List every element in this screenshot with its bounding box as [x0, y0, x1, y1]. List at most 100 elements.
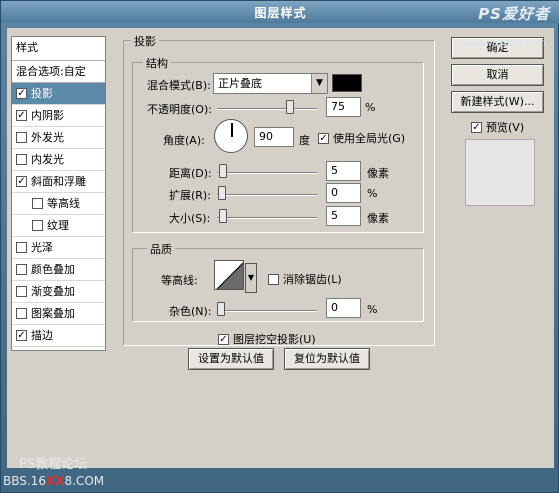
angle-dial[interactable] [214, 119, 248, 153]
quality-title: 品质 [147, 241, 175, 257]
opacity-unit: % [365, 101, 376, 114]
noise-slider[interactable] [217, 301, 317, 316]
spread-unit: % [367, 187, 378, 200]
style-list-item[interactable]: 渐变叠加 [12, 281, 105, 303]
spread-slider-thumb[interactable] [218, 186, 226, 200]
style-item-checkbox[interactable] [16, 242, 27, 253]
watermark-brand: PS爱好者 [478, 5, 550, 23]
style-item-checkbox[interactable] [16, 308, 27, 319]
style-item-label: 外发光 [31, 130, 64, 144]
style-item-label: 投影 [31, 86, 53, 100]
style-item-label: 纹理 [47, 218, 69, 232]
size-input[interactable]: 5 [326, 206, 361, 226]
style-list-item[interactable]: ✓ 描边 [12, 325, 105, 347]
spread-slider-track [217, 194, 317, 196]
style-item-label: 图案叠加 [31, 306, 75, 320]
style-item-checkbox[interactable] [16, 154, 27, 165]
style-list-item[interactable]: 外发光 [12, 127, 105, 149]
style-item-checkbox[interactable] [32, 198, 43, 209]
opacity-slider[interactable] [217, 99, 317, 114]
watermark-url: www.psahz.com [465, 38, 546, 49]
style-list-item[interactable]: 纹理 [12, 215, 105, 237]
style-list-item[interactable]: ✓ 投影 [12, 83, 105, 105]
style-list-item[interactable]: ✓ 内阴影 [12, 105, 105, 127]
global-light-label: 使用全局光(G) [333, 132, 406, 145]
preview-checkbox[interactable]: ✓ [471, 121, 482, 133]
angle-input[interactable]: 90 [254, 127, 294, 147]
size-slider-thumb[interactable] [219, 209, 227, 223]
blend-options-item[interactable]: 混合选项:自定 [12, 61, 105, 83]
style-list-header[interactable]: 样式 [12, 37, 105, 61]
size-slider[interactable] [217, 208, 317, 223]
watermark-forum: PS教程论坛 [19, 457, 88, 472]
style-item-label: 颜色叠加 [31, 262, 75, 276]
opacity-slider-track [217, 108, 317, 110]
blend-mode-value: 正片叠底 [218, 77, 262, 90]
cancel-button[interactable]: 取消 [451, 64, 544, 86]
structure-title: 结构 [143, 55, 171, 71]
anti-alias-checkbox[interactable] [268, 273, 279, 285]
style-list-item[interactable]: 内发光 [12, 149, 105, 171]
watermark-site-prefix: BBS.16 [3, 474, 46, 488]
style-list-item[interactable]: 图案叠加 [12, 303, 105, 325]
angle-dial-needle [231, 123, 233, 137]
watermark-site-mid: XX [45, 474, 65, 488]
style-item-checkbox[interactable] [16, 286, 27, 297]
style-item-label: 内阴影 [31, 108, 64, 122]
spread-input[interactable]: 0 [326, 183, 361, 203]
style-item-checkbox[interactable]: ✓ [16, 110, 27, 121]
style-item-label: 等高线 [47, 196, 80, 210]
spread-label: 扩展(R): [169, 189, 211, 202]
opacity-slider-thumb[interactable] [286, 100, 294, 114]
opacity-label: 不透明度(O): [147, 103, 212, 116]
style-item-checkbox[interactable] [16, 264, 27, 275]
noise-slider-thumb[interactable] [217, 302, 225, 316]
style-item-checkbox[interactable]: ✓ [16, 330, 27, 341]
title-bar[interactable]: 图层样式 PS爱好者 [1, 1, 559, 23]
noise-slider-track [217, 310, 317, 312]
spread-slider[interactable] [217, 185, 317, 200]
style-list-item[interactable]: 颜色叠加 [12, 259, 105, 281]
style-list-item[interactable]: ✓ 斜面和浮雕 [12, 171, 105, 193]
new-style-button[interactable]: 新建样式(W)... [451, 91, 544, 113]
noise-label: 杂色(N): [169, 305, 212, 318]
style-list-item[interactable]: 等高线 [12, 193, 105, 215]
style-list-item[interactable]: 光泽 [12, 237, 105, 259]
drop-shadow-group-title: 投影 [131, 33, 159, 49]
angle-label: 角度(A): [163, 134, 205, 147]
layer-style-dialog: 图层样式 PS爱好者 样式 混合选项:自定 ✓ 投影 ✓ 内阴影外发光内发光 ✓ 斜面和浮… [0, 0, 559, 493]
noise-input[interactable]: 0 [326, 298, 361, 318]
reset-default-button[interactable]: 复位为默认值 [284, 348, 370, 370]
watermark-site: BBS.16XX8.COM [3, 474, 104, 488]
distance-slider[interactable] [217, 163, 317, 178]
anti-alias-option[interactable]: 消除锯齿(L) [268, 271, 342, 287]
style-item-label: 斜面和浮雕 [31, 174, 86, 188]
knockout-option[interactable]: ✓ 图层挖空投影(U) [218, 331, 316, 347]
distance-input[interactable]: 5 [326, 161, 361, 181]
anti-alias-label: 消除锯齿(L) [283, 273, 342, 286]
style-item-checkbox[interactable] [16, 132, 27, 143]
knockout-checkbox[interactable]: ✓ [218, 333, 229, 345]
window-title: 图层样式 [254, 6, 307, 20]
preview-option[interactable]: ✓ 预览(V) [471, 119, 524, 135]
contour-dropdown-icon[interactable]: ▼ [245, 263, 257, 293]
global-light-option[interactable]: ✓ 使用全局光(G) [318, 130, 405, 146]
blend-mode-label: 混合模式(B): [147, 79, 211, 92]
style-item-checkbox[interactable]: ✓ [16, 88, 27, 99]
knockout-label: 图层挖空投影(U) [233, 333, 316, 346]
make-default-button[interactable]: 设置为默认值 [188, 348, 274, 370]
watermark-site-suffix: 8.COM [64, 474, 105, 488]
size-slider-track [217, 217, 317, 219]
opacity-input[interactable]: 75 [326, 97, 361, 117]
global-light-checkbox[interactable]: ✓ [318, 132, 329, 144]
blend-mode-select[interactable]: 正片叠底 ▼ [213, 73, 328, 94]
distance-slider-thumb[interactable] [219, 164, 227, 178]
style-list: 样式 混合选项:自定 ✓ 投影 ✓ 内阴影外发光内发光 ✓ 斜面和浮雕等高线纹理光泽颜色叠… [11, 36, 106, 351]
shadow-color-swatch[interactable] [332, 74, 362, 92]
style-item-checkbox[interactable]: ✓ [16, 176, 27, 187]
style-item-checkbox[interactable] [32, 220, 43, 231]
style-item-label: 描边 [31, 328, 53, 342]
distance-label: 距离(D): [169, 167, 212, 180]
style-item-label: 光泽 [31, 240, 53, 254]
contour-picker[interactable] [214, 260, 244, 290]
